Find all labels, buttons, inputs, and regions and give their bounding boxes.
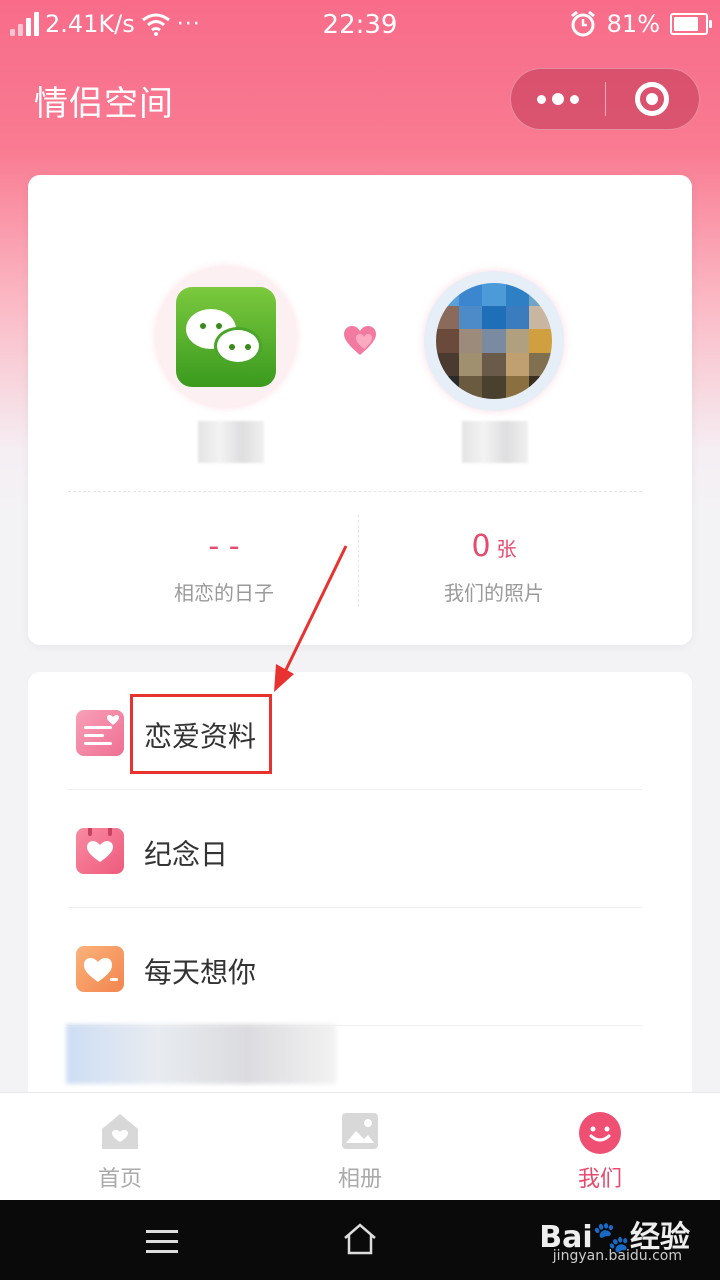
name-left-blurred: [198, 421, 264, 463]
tab-label: 我们: [577, 1167, 622, 1192]
close-target-icon: [635, 82, 670, 116]
battery-icon: [670, 13, 712, 35]
annotation-highlight-box: [130, 694, 272, 774]
battery-percent: 81%: [606, 10, 660, 38]
annotation-arrow: [274, 545, 348, 692]
stat-value: 0张: [471, 529, 517, 564]
nav-home-button[interactable]: [342, 1222, 378, 1256]
menu-item-label: 纪念日: [144, 838, 229, 871]
heart-message-icon: [76, 946, 124, 992]
stat-unit: 张: [496, 537, 517, 561]
tab-bar: 首页 相册 我们: [0, 1092, 720, 1200]
tab-label: 相册: [337, 1167, 382, 1192]
page-title: 情侣空间: [34, 84, 174, 124]
menu-item-anniversary[interactable]: 纪念日: [28, 790, 692, 908]
nav-menu-button[interactable]: [146, 1230, 178, 1260]
title-bar: 情侣空间: [0, 60, 720, 140]
card-divider: [68, 491, 642, 492]
home-icon: [102, 1114, 138, 1149]
menu-item-blurred: [66, 1024, 336, 1084]
menu-list: 恋爱资料 纪念日 每天想你: [28, 672, 692, 1102]
heart-icon: [344, 326, 376, 355]
tab-home[interactable]: 首页: [0, 1093, 240, 1200]
battery-fill: [674, 17, 698, 31]
album-icon: [342, 1113, 378, 1149]
alarm-icon: [570, 10, 595, 37]
avatar-left[interactable]: [156, 267, 296, 407]
status-right: 81%: [569, 10, 712, 38]
stat-photos[interactable]: 0张 我们的照片: [374, 527, 614, 606]
miniprogram-capsule: [510, 68, 700, 130]
tab-album[interactable]: 相册: [240, 1093, 480, 1200]
menu-item-label: 每天想你: [144, 956, 257, 989]
tab-us[interactable]: 我们: [480, 1093, 720, 1200]
close-button[interactable]: [606, 69, 699, 129]
partner-avatar: [436, 283, 552, 399]
wechat-icon: [176, 287, 276, 387]
calendar-heart-icon: [76, 828, 124, 874]
menu-item-miss-you[interactable]: 每天想你: [28, 908, 692, 1026]
avatar-right[interactable]: [424, 271, 564, 411]
system-nav-bar: Bai🐾经验 jingyan.baidu.com: [0, 1200, 720, 1280]
love-profile-icon: [76, 710, 124, 756]
more-button[interactable]: [511, 69, 605, 129]
watermark-url: jingyan.baidu.com: [552, 1248, 682, 1264]
smile-icon: [578, 1111, 622, 1154]
couple-card: - - 相恋的日子 0张 我们的照片: [28, 175, 692, 645]
menu-item-love-profile[interactable]: 恋爱资料: [28, 672, 692, 790]
stat-label: 我们的照片: [444, 581, 544, 605]
tab-label: 首页: [97, 1167, 142, 1192]
status-bar: 2.41K/s ··· 22:39 81%: [0, 0, 720, 52]
name-right-blurred: [462, 421, 528, 463]
